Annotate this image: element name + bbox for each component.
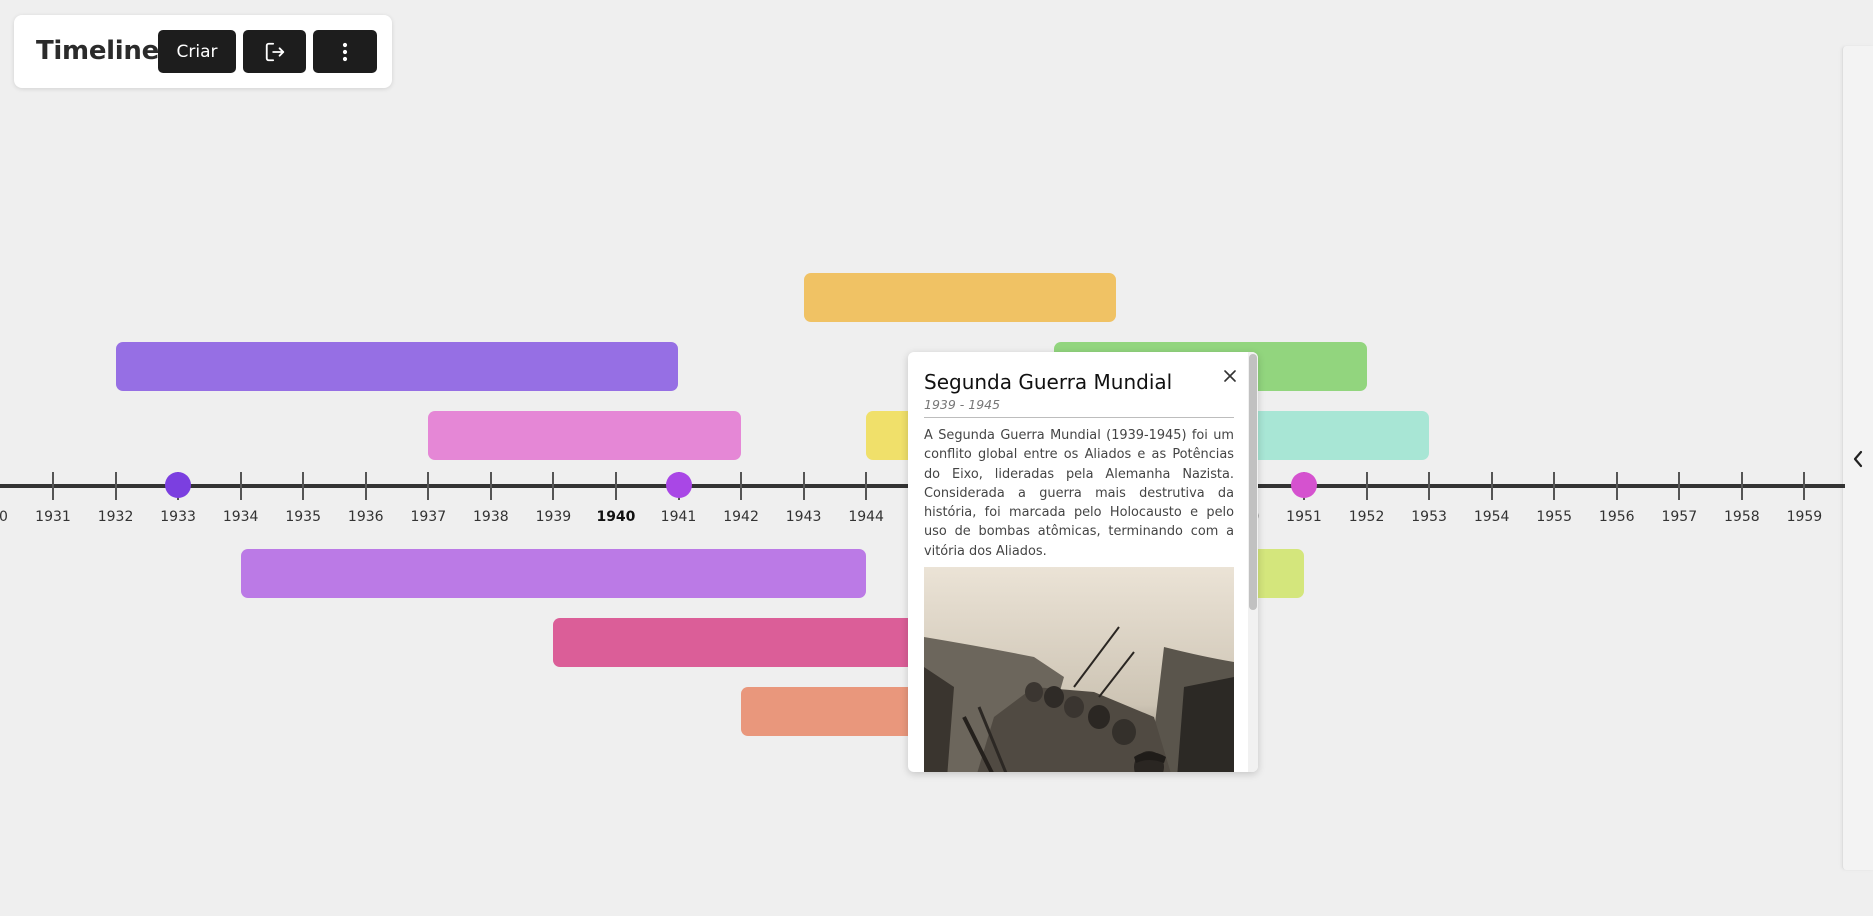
year-label: 1955 xyxy=(1536,509,1572,525)
year-label: 1956 xyxy=(1598,509,1635,525)
year-tick xyxy=(302,472,305,500)
year-tick xyxy=(1678,472,1681,500)
year-tick xyxy=(489,472,492,500)
period-event-bar[interactable] xyxy=(428,411,742,460)
year-tick xyxy=(1428,472,1431,500)
year-label: 1952 xyxy=(1348,509,1385,525)
event-popup: Segunda Guerra Mundial 1939 - 1945 A Seg… xyxy=(908,352,1258,772)
year-label: 1943 xyxy=(785,509,822,525)
event-description: A Segunda Guerra Mundial (1939-1945) foi… xyxy=(924,428,1234,559)
app-title: Timeline xyxy=(36,36,159,66)
year-tick xyxy=(1490,472,1493,500)
year-label: 1951 xyxy=(1286,509,1322,525)
period-event-bar[interactable] xyxy=(803,273,1117,322)
year-label: 1935 xyxy=(285,509,321,525)
year-label: 1953 xyxy=(1411,509,1447,525)
create-button[interactable]: Criar xyxy=(158,30,236,73)
year-tick xyxy=(1803,472,1806,500)
year-label: 1934 xyxy=(222,509,259,525)
period-event-bar[interactable] xyxy=(240,549,867,598)
point-event-marker[interactable] xyxy=(165,472,192,498)
year-tick xyxy=(52,472,54,500)
year-label: 1937 xyxy=(410,509,447,525)
year-tick xyxy=(614,472,617,500)
year-label: 1931 xyxy=(35,509,71,525)
point-event-marker[interactable] xyxy=(1291,472,1317,498)
close-icon[interactable] xyxy=(1222,368,1238,384)
year-tick xyxy=(364,472,367,500)
year-label: 1958 xyxy=(1724,509,1760,525)
event-title: Segunda Guerra Mundial xyxy=(924,370,1173,394)
more-vertical-icon xyxy=(342,42,348,61)
logout-icon xyxy=(265,42,284,61)
year-label: 1954 xyxy=(1473,509,1510,525)
year-label: 1957 xyxy=(1661,509,1698,525)
year-label: 1938 xyxy=(473,509,509,525)
period-event-bar[interactable] xyxy=(115,342,679,391)
year-tick xyxy=(427,472,430,500)
year-tick xyxy=(1615,472,1618,500)
year-tick xyxy=(239,472,242,500)
logout-button[interactable] xyxy=(243,30,306,73)
more-options-button[interactable] xyxy=(313,30,377,73)
popup-scrollbar-thumb[interactable] xyxy=(1249,354,1257,610)
year-label: 1942 xyxy=(723,509,759,525)
point-event-marker[interactable] xyxy=(665,472,692,498)
event-image xyxy=(924,567,1234,772)
toolbar: Timeline Criar xyxy=(14,15,392,88)
year-tick xyxy=(802,472,805,500)
year-label: 1940 xyxy=(596,509,636,525)
year-label: 1936 xyxy=(347,509,384,525)
year-tick xyxy=(1553,472,1556,500)
year-label: 1933 xyxy=(160,509,196,525)
year-label: 1944 xyxy=(848,509,884,525)
year-tick xyxy=(1740,472,1743,500)
year-tick xyxy=(552,472,555,500)
year-tick xyxy=(865,472,868,500)
year-label: 0 xyxy=(0,509,8,525)
period-event-bar[interactable] xyxy=(741,687,929,736)
year-label: 1959 xyxy=(1786,509,1823,525)
year-tick xyxy=(1365,472,1368,500)
year-tick xyxy=(740,472,743,500)
year-tick xyxy=(114,472,117,500)
year-label: 1932 xyxy=(97,509,134,525)
event-dates: 1939 - 1945 xyxy=(924,397,1234,418)
year-label: 1939 xyxy=(535,509,572,525)
chevron-left-icon[interactable] xyxy=(1851,448,1865,470)
year-label: 1941 xyxy=(660,509,697,525)
popup-scrollbar[interactable] xyxy=(1248,352,1258,772)
period-event-bar[interactable] xyxy=(553,618,929,667)
